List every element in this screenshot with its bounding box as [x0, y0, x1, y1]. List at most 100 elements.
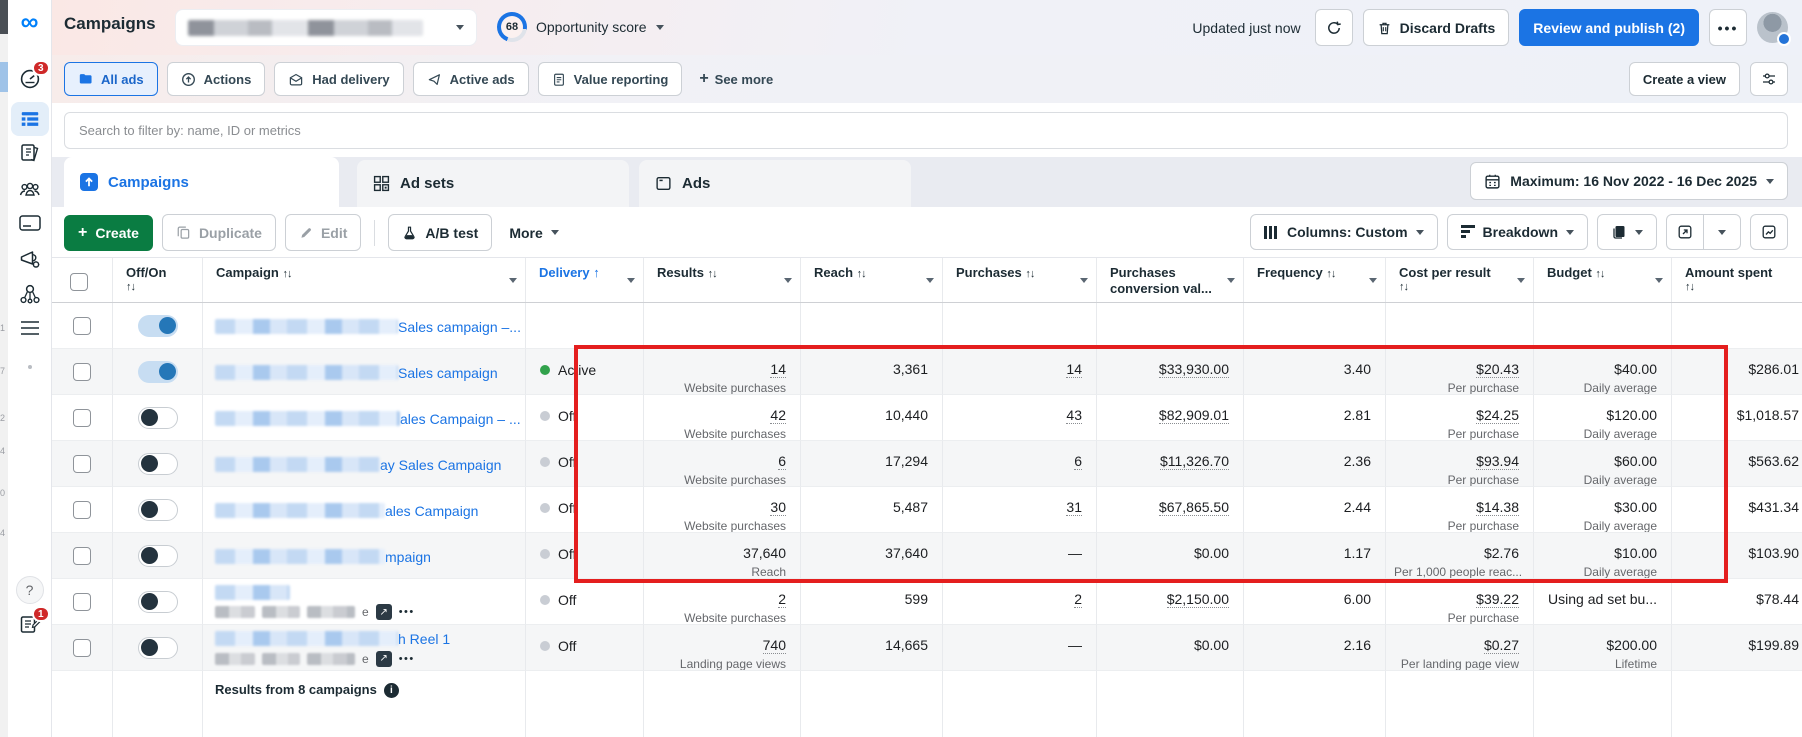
- cost-per-result-cell: $24.25 Per purchase: [1386, 395, 1534, 441]
- duplicate-button[interactable]: Duplicate: [161, 214, 276, 251]
- purchases-value: 2: [1074, 591, 1082, 608]
- column-header-frequency[interactable]: Frequency ↑↓: [1244, 258, 1386, 302]
- campaign-name-link[interactable]: Sales campaign –...: [398, 319, 521, 335]
- edit-button[interactable]: Edit: [284, 214, 362, 251]
- column-header-campaign[interactable]: Campaign ↑↓: [203, 258, 526, 302]
- row-checkbox[interactable]: [73, 546, 91, 565]
- more-button[interactable]: More: [501, 225, 566, 241]
- create-a-view-button[interactable]: Create a view: [1628, 62, 1740, 96]
- chevron-down-icon[interactable]: [1227, 278, 1235, 283]
- row-menu-button[interactable]: •••: [399, 653, 415, 665]
- sidebar-item-account-overview[interactable]: 3: [18, 60, 50, 90]
- campaign-toggle[interactable]: [137, 636, 178, 659]
- view-settings-button[interactable]: [1750, 62, 1788, 96]
- campaign-toggle[interactable]: [137, 360, 178, 383]
- row-checkbox[interactable]: [73, 500, 91, 519]
- row-checkbox[interactable]: [73, 638, 91, 657]
- reports-button[interactable]: [1597, 214, 1657, 250]
- account-selector[interactable]: [175, 9, 477, 46]
- row-checkbox[interactable]: [73, 362, 91, 381]
- row-menu-button[interactable]: •••: [399, 606, 415, 618]
- chevron-down-icon[interactable]: [926, 278, 934, 283]
- campaign-toggle[interactable]: [137, 498, 178, 521]
- row-checkbox[interactable]: [73, 454, 91, 473]
- sidebar-item-campaigns[interactable]: [10, 102, 49, 136]
- tab-campaigns[interactable]: Campaigns: [64, 157, 339, 207]
- chevron-down-icon[interactable]: [627, 278, 635, 283]
- chevron-down-icon[interactable]: [1080, 278, 1088, 283]
- column-header-delivery[interactable]: Delivery ↑: [526, 258, 644, 302]
- sidebar-item-all-tools[interactable]: [18, 318, 42, 338]
- chevron-down-icon[interactable]: [784, 278, 792, 283]
- campaign-name-link[interactable]: ay Sales Campaign: [380, 457, 501, 473]
- campaign-name-link[interactable]: mpaign: [385, 549, 431, 565]
- campaign-name-link[interactable]: ales Campaign – ...: [400, 411, 521, 427]
- boost-icon[interactable]: ↗: [375, 604, 392, 620]
- export-button[interactable]: [1666, 214, 1704, 250]
- chevron-down-icon[interactable]: [509, 278, 517, 283]
- meta-logo-icon[interactable]: ∞: [21, 10, 39, 35]
- reach-value: 599: [904, 591, 928, 607]
- review-and-publish-button[interactable]: Review and publish (2): [1519, 9, 1699, 46]
- edge-fragment: 4: [0, 446, 6, 456]
- sidebar-item-audiences[interactable]: [17, 177, 42, 201]
- sidebar-item-billing[interactable]: [17, 212, 42, 234]
- campaign-toggle[interactable]: [137, 406, 178, 429]
- tab-ads[interactable]: Ads: [639, 160, 911, 207]
- help-button[interactable]: ?: [15, 576, 44, 604]
- more-options-button[interactable]: •••: [1709, 9, 1747, 46]
- column-header-results[interactable]: Results ↑↓: [644, 258, 801, 302]
- sidebar-item-assets[interactable]: [17, 281, 42, 306]
- sidebar-item-ads-reporting[interactable]: [17, 246, 42, 271]
- filter-pill-all-ads[interactable]: All ads: [64, 62, 158, 96]
- refresh-button[interactable]: [1314, 9, 1353, 46]
- campaign-name-link[interactable]: ales Campaign: [385, 503, 478, 519]
- opportunity-score[interactable]: 68 Opportunity score: [497, 12, 664, 42]
- campaign-name-link[interactable]: h Reel 1: [398, 631, 450, 647]
- columns-button[interactable]: Columns: Custom: [1249, 214, 1438, 250]
- sidebar-item-pages[interactable]: [18, 141, 42, 165]
- campaign-toggle[interactable]: [137, 452, 178, 475]
- column-header-off-on[interactable]: Off/On ↑↓: [113, 258, 203, 302]
- chevron-down-icon[interactable]: [1517, 278, 1525, 283]
- delivery-cell: [526, 303, 644, 349]
- discard-drafts-button[interactable]: Discard Drafts: [1362, 9, 1510, 46]
- ab-test-button[interactable]: A/B test: [388, 214, 493, 251]
- column-header-reach[interactable]: Reach ↑↓: [801, 258, 943, 302]
- filter-pill-had-delivery[interactable]: Had delivery: [274, 62, 404, 96]
- search-input[interactable]: [64, 112, 1788, 149]
- tab-ad-sets[interactable]: Ad sets: [357, 160, 629, 207]
- chevron-down-icon[interactable]: [1369, 278, 1377, 283]
- budget-cell: $120.00 Daily average: [1534, 395, 1672, 441]
- column-header-budget[interactable]: Budget ↑↓: [1534, 258, 1672, 302]
- breakdown-button[interactable]: Breakdown: [1446, 214, 1588, 250]
- column-header-cost-per-result[interactable]: Cost per result ↑↓: [1386, 258, 1534, 302]
- select-all-checkbox[interactable]: [69, 272, 88, 291]
- filter-pill-actions[interactable]: Actions: [166, 62, 266, 96]
- column-header-purchases[interactable]: Purchases ↑↓: [943, 258, 1097, 302]
- budget-value: $30.00: [1614, 499, 1657, 515]
- export-options-button[interactable]: [1703, 214, 1741, 250]
- see-more-button[interactable]: + See more: [691, 71, 781, 87]
- row-checkbox[interactable]: [73, 592, 91, 611]
- create-button[interactable]: + Create: [64, 214, 153, 251]
- row-checkbox[interactable]: [73, 408, 91, 427]
- boost-icon[interactable]: ↗: [375, 650, 392, 667]
- campaign-toggle[interactable]: [137, 590, 178, 613]
- filter-pill-value-reporting[interactable]: Value reporting: [537, 62, 683, 96]
- filter-pill-active-ads[interactable]: Active ads: [412, 62, 529, 96]
- campaign-toggle[interactable]: [137, 544, 178, 567]
- column-header-purchases-conversion-value[interactable]: Purchases conversion val...: [1097, 258, 1244, 302]
- chevron-down-icon[interactable]: [1655, 278, 1663, 283]
- charts-button[interactable]: [1750, 214, 1788, 250]
- column-header-amount-spent[interactable]: Amount spent ↑↓: [1672, 258, 1802, 302]
- campaign-cell: ales Campaign – ...: [203, 395, 526, 441]
- row-checkbox[interactable]: [73, 316, 91, 335]
- date-range-selector[interactable]: Maximum: 16 Nov 2022 - 16 Dec 2025: [1470, 162, 1788, 200]
- feedback-button[interactable]: 1: [18, 606, 50, 636]
- campaign-name-link[interactable]: Sales campaign: [398, 365, 498, 381]
- info-icon[interactable]: i: [383, 683, 399, 698]
- results-value: 14: [770, 361, 786, 378]
- campaign-toggle[interactable]: [137, 314, 178, 337]
- avatar[interactable]: [1757, 12, 1791, 46]
